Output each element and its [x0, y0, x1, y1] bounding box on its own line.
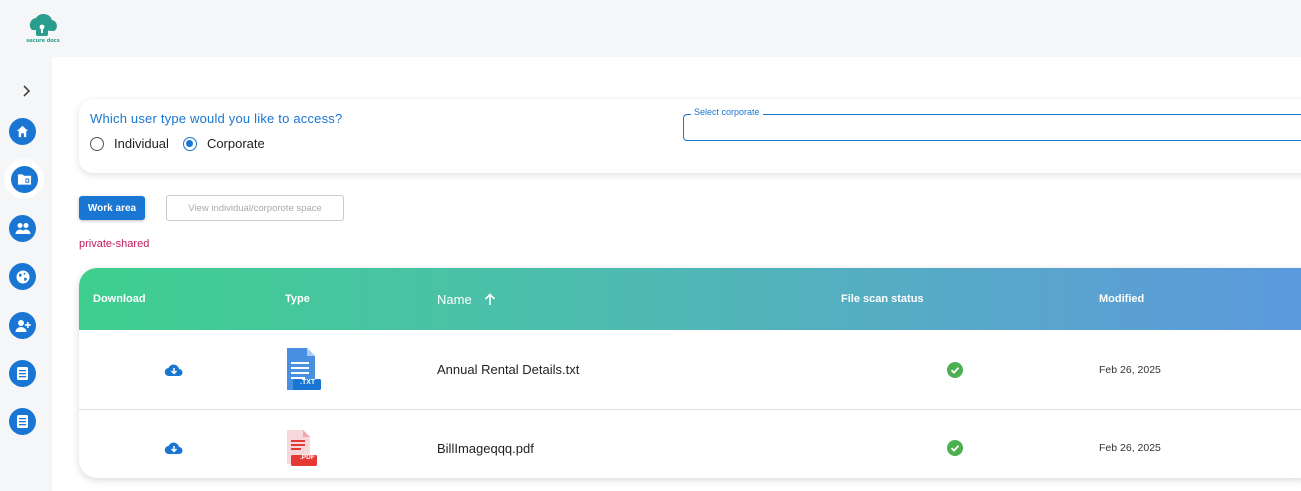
document-list-icon [17, 415, 28, 428]
sidebar-item-globe[interactable] [9, 263, 36, 290]
sidebar-item-documents-list-2[interactable] [9, 408, 36, 435]
check-circle-icon [947, 361, 963, 378]
column-header-scan-status[interactable]: File scan status [841, 268, 924, 330]
radio-corporate-label[interactable]: Corporate [207, 136, 265, 151]
radio-individual-label[interactable]: Individual [114, 136, 169, 151]
table-row[interactable]: .TXT Annual Rental Details.txt Feb 26, 2… [79, 331, 1301, 408]
user-type-question: Which user type would you like to access… [90, 111, 343, 126]
download-cell [164, 410, 184, 478]
column-header-name[interactable]: Name [437, 268, 496, 330]
type-cell: .TXT [283, 331, 323, 408]
table-row[interactable]: .PDF BillImageqqq.pdf Feb 26, 2025 [79, 409, 1301, 478]
sidebar-item-documents-list-1[interactable] [9, 360, 36, 387]
sidebar-item-home[interactable] [9, 118, 36, 145]
user-type-radio-group: Individual Corporate [90, 136, 279, 151]
pdf-file-icon [287, 430, 317, 466]
add-user-icon [15, 319, 31, 332]
type-cell: .PDF [283, 410, 319, 478]
folder-icon [17, 174, 31, 185]
user-type-card: Which user type would you like to access… [79, 99, 1301, 173]
globe-icon [16, 270, 29, 283]
cloud-download-icon[interactable] [164, 441, 184, 455]
cloud-download-icon[interactable] [164, 363, 184, 377]
type-badge: .TXT [300, 379, 316, 386]
file-name[interactable]: Annual Rental Details.txt [437, 331, 579, 408]
select-corporate-field[interactable]: Select corporate [683, 107, 1301, 141]
scan-status-cell [947, 410, 963, 478]
column-header-name-label: Name [437, 291, 472, 307]
column-header-download[interactable]: Download [93, 268, 146, 330]
check-circle-icon [947, 440, 963, 456]
sidebar [0, 57, 52, 491]
files-table: Download Type Name File scan status Modi… [79, 268, 1301, 478]
sidebar-item-documents[interactable] [4, 159, 44, 199]
sort-ascending-icon[interactable] [484, 292, 496, 306]
space-label: private-shared [79, 238, 150, 250]
modified-date: Feb 26, 2025 [1099, 442, 1161, 454]
column-header-modified[interactable]: Modified [1099, 268, 1144, 330]
users-group-icon [15, 223, 30, 234]
select-corporate-label: Select corporate [691, 107, 763, 117]
table-header: Download Type Name File scan status Modi… [79, 268, 1301, 330]
txt-file-icon [287, 347, 321, 390]
radio-individual[interactable] [90, 136, 104, 151]
scan-status-cell [947, 331, 963, 408]
file-name[interactable]: BillImageqqq.pdf [437, 410, 534, 478]
view-space-button[interactable]: View individual/corporote space [166, 195, 344, 221]
work-area-button[interactable]: Work area [79, 196, 145, 220]
download-cell [164, 331, 184, 408]
logo-text: secure docs [26, 38, 60, 44]
chevron-right-icon[interactable] [16, 81, 36, 101]
column-header-type[interactable]: Type [285, 268, 310, 330]
sidebar-item-groups[interactable] [9, 215, 36, 242]
main-content: Which user type would you like to access… [52, 57, 1301, 491]
sidebar-item-add-user[interactable] [9, 312, 36, 339]
radio-corporate[interactable] [182, 136, 197, 151]
type-badge: .PDF [300, 454, 315, 461]
top-bar: secure docs [0, 0, 1301, 57]
modified-date: Feb 26, 2025 [1099, 363, 1161, 376]
home-icon [16, 125, 29, 138]
document-list-icon [17, 367, 28, 380]
